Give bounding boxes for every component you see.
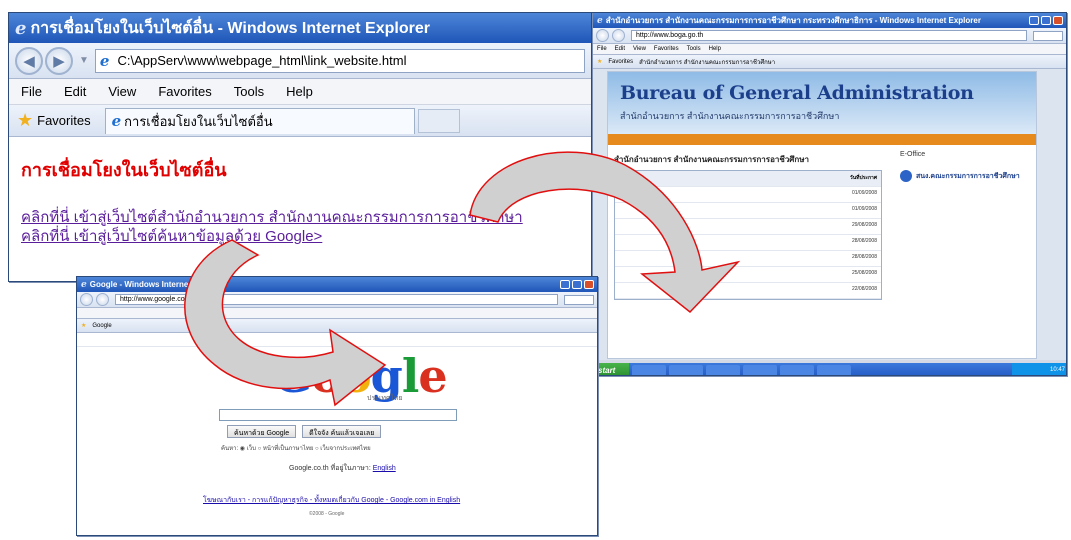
- arrows-overlay: [184, 151, 741, 407]
- arrow-to-google-icon: [184, 239, 387, 407]
- screenshot-collage: e สำนักอำนวยการ สำนักงานคณะกรรมการการอาช…: [0, 0, 1071, 540]
- arrow-to-boga-icon: [469, 151, 741, 314]
